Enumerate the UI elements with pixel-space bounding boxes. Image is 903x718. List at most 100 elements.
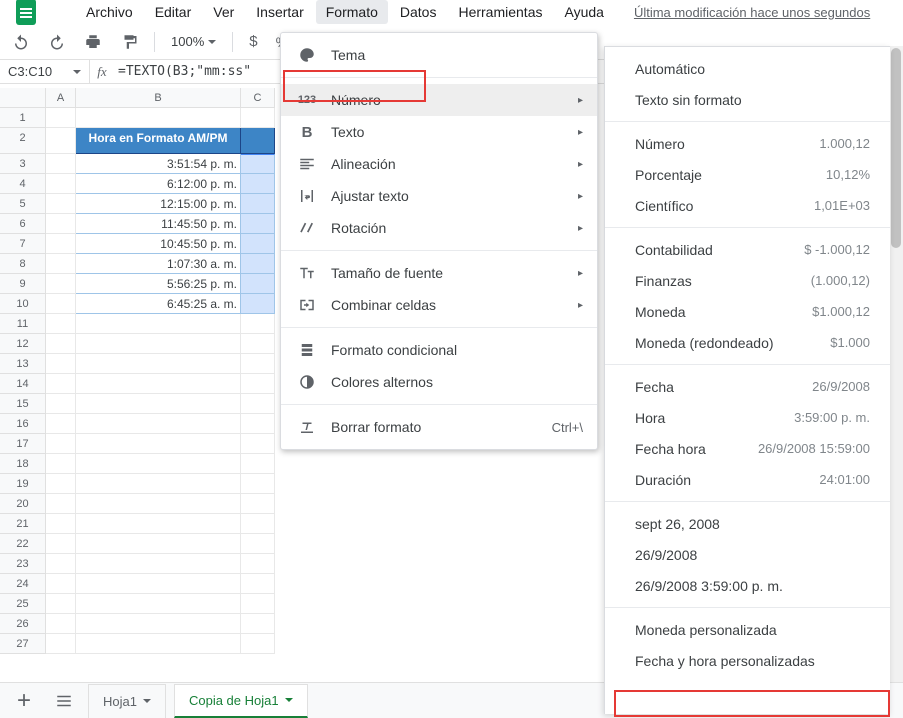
cell-A14[interactable] — [46, 374, 76, 394]
cell-A27[interactable] — [46, 634, 76, 654]
sheet-tab-hoja1[interactable]: Hoja1 — [88, 684, 166, 718]
col-header-A[interactable]: A — [46, 88, 76, 108]
cell-A18[interactable] — [46, 454, 76, 474]
menu-tools[interactable]: Herramientas — [448, 0, 552, 24]
menu-view[interactable]: Ver — [203, 0, 244, 24]
col-header-C[interactable]: C — [241, 88, 275, 108]
cell-C6[interactable] — [241, 214, 275, 234]
row-header-21[interactable]: 21 — [0, 514, 46, 534]
menu-file[interactable]: Archivo — [76, 0, 143, 24]
cell-B20[interactable] — [76, 494, 241, 514]
cell-B9[interactable]: 5:56:25 p. m. — [76, 274, 241, 294]
last-modification-link[interactable]: Última modificación hace unos segundos — [634, 5, 870, 20]
cell-A19[interactable] — [46, 474, 76, 494]
menu-item-wrap[interactable]: Ajustar texto▸ — [281, 180, 597, 212]
cell-C12[interactable] — [241, 334, 275, 354]
cell-C27[interactable] — [241, 634, 275, 654]
cell-B12[interactable] — [76, 334, 241, 354]
row-header-19[interactable]: 19 — [0, 474, 46, 494]
numfmt-percent[interactable]: Porcentaje10,12% — [605, 159, 890, 190]
cell-C3[interactable] — [241, 154, 275, 174]
numfmt-ex2[interactable]: 26/9/2008 — [605, 539, 890, 570]
row-header-14[interactable]: 14 — [0, 374, 46, 394]
cell-B25[interactable] — [76, 594, 241, 614]
print-button[interactable] — [78, 27, 108, 57]
row-header-6[interactable]: 6 — [0, 214, 46, 234]
numfmt-plain[interactable]: Texto sin formato — [605, 84, 890, 115]
cell-C16[interactable] — [241, 414, 275, 434]
row-header-25[interactable]: 25 — [0, 594, 46, 614]
cell-B27[interactable] — [76, 634, 241, 654]
numfmt-number[interactable]: Número1.000,12 — [605, 128, 890, 159]
row-header-20[interactable]: 20 — [0, 494, 46, 514]
menu-format[interactable]: Formato — [316, 0, 388, 24]
row-header-2[interactable]: 2 — [0, 128, 46, 154]
cell-C11[interactable] — [241, 314, 275, 334]
cell-B8[interactable]: 1:07:30 a. m. — [76, 254, 241, 274]
numfmt-ex1[interactable]: sept 26, 2008 — [605, 508, 890, 539]
cell-A5[interactable] — [46, 194, 76, 214]
numfmt-sci[interactable]: Científico1,01E+03 — [605, 190, 890, 221]
cell-C9[interactable] — [241, 274, 275, 294]
menu-item-fontsize[interactable]: Tamaño de fuente▸ — [281, 257, 597, 289]
cell-C2[interactable] — [241, 128, 275, 154]
sheet-tab-copia[interactable]: Copia de Hoja1 — [174, 684, 308, 718]
menu-item-rotate[interactable]: Rotación▸ — [281, 212, 597, 244]
cell-A9[interactable] — [46, 274, 76, 294]
row-header-24[interactable]: 24 — [0, 574, 46, 594]
cell-A15[interactable] — [46, 394, 76, 414]
cell-A12[interactable] — [46, 334, 76, 354]
cell-A21[interactable] — [46, 514, 76, 534]
cell-B5[interactable]: 12:15:00 p. m. — [76, 194, 241, 214]
menu-item-align[interactable]: Alineación▸ — [281, 148, 597, 180]
redo-button[interactable] — [42, 27, 72, 57]
cell-B13[interactable] — [76, 354, 241, 374]
numfmt-auto[interactable]: Automático — [605, 53, 890, 84]
row-header-11[interactable]: 11 — [0, 314, 46, 334]
row-header-12[interactable]: 12 — [0, 334, 46, 354]
menu-item-theme[interactable]: Tema — [281, 39, 597, 71]
row-header-1[interactable]: 1 — [0, 108, 46, 128]
row-header-27[interactable]: 27 — [0, 634, 46, 654]
cell-B24[interactable] — [76, 574, 241, 594]
cell-C5[interactable] — [241, 194, 275, 214]
cell-B10[interactable]: 6:45:25 a. m. — [76, 294, 241, 314]
cell-B26[interactable] — [76, 614, 241, 634]
row-header-10[interactable]: 10 — [0, 294, 46, 314]
cell-B23[interactable] — [76, 554, 241, 574]
cell-A3[interactable] — [46, 154, 76, 174]
menu-item-altcolors[interactable]: Colores alternos — [281, 366, 597, 398]
scrollbar-vertical[interactable] — [889, 46, 903, 714]
row-header-15[interactable]: 15 — [0, 394, 46, 414]
name-box[interactable]: C3:C10 — [0, 60, 90, 83]
cell-C21[interactable] — [241, 514, 275, 534]
cell-A23[interactable] — [46, 554, 76, 574]
row-header-13[interactable]: 13 — [0, 354, 46, 374]
cell-B14[interactable] — [76, 374, 241, 394]
cell-B16[interactable] — [76, 414, 241, 434]
menu-item-condformat[interactable]: Formato condicional — [281, 334, 597, 366]
cell-C7[interactable] — [241, 234, 275, 254]
cell-C20[interactable] — [241, 494, 275, 514]
add-sheet-button[interactable]: + — [8, 685, 40, 717]
row-header-3[interactable]: 3 — [0, 154, 46, 174]
cell-B6[interactable]: 11:45:50 p. m. — [76, 214, 241, 234]
numfmt-finance[interactable]: Finanzas(1.000,12) — [605, 265, 890, 296]
cell-C26[interactable] — [241, 614, 275, 634]
numfmt-currencyr[interactable]: Moneda (redondeado)$1.000 — [605, 327, 890, 358]
cell-C22[interactable] — [241, 534, 275, 554]
row-header-16[interactable]: 16 — [0, 414, 46, 434]
cell-A8[interactable] — [46, 254, 76, 274]
cell-A16[interactable] — [46, 414, 76, 434]
cell-B18[interactable] — [76, 454, 241, 474]
cells-area[interactable]: Hora en Formato AM/PM3:51:54 p. m.6:12:0… — [46, 108, 275, 654]
row-header-7[interactable]: 7 — [0, 234, 46, 254]
cell-A6[interactable] — [46, 214, 76, 234]
cell-A20[interactable] — [46, 494, 76, 514]
cell-B22[interactable] — [76, 534, 241, 554]
cell-B7[interactable]: 10:45:50 p. m. — [76, 234, 241, 254]
cell-C10[interactable] — [241, 294, 275, 314]
undo-button[interactable] — [6, 27, 36, 57]
cell-C4[interactable] — [241, 174, 275, 194]
col-header-B[interactable]: B — [76, 88, 241, 108]
